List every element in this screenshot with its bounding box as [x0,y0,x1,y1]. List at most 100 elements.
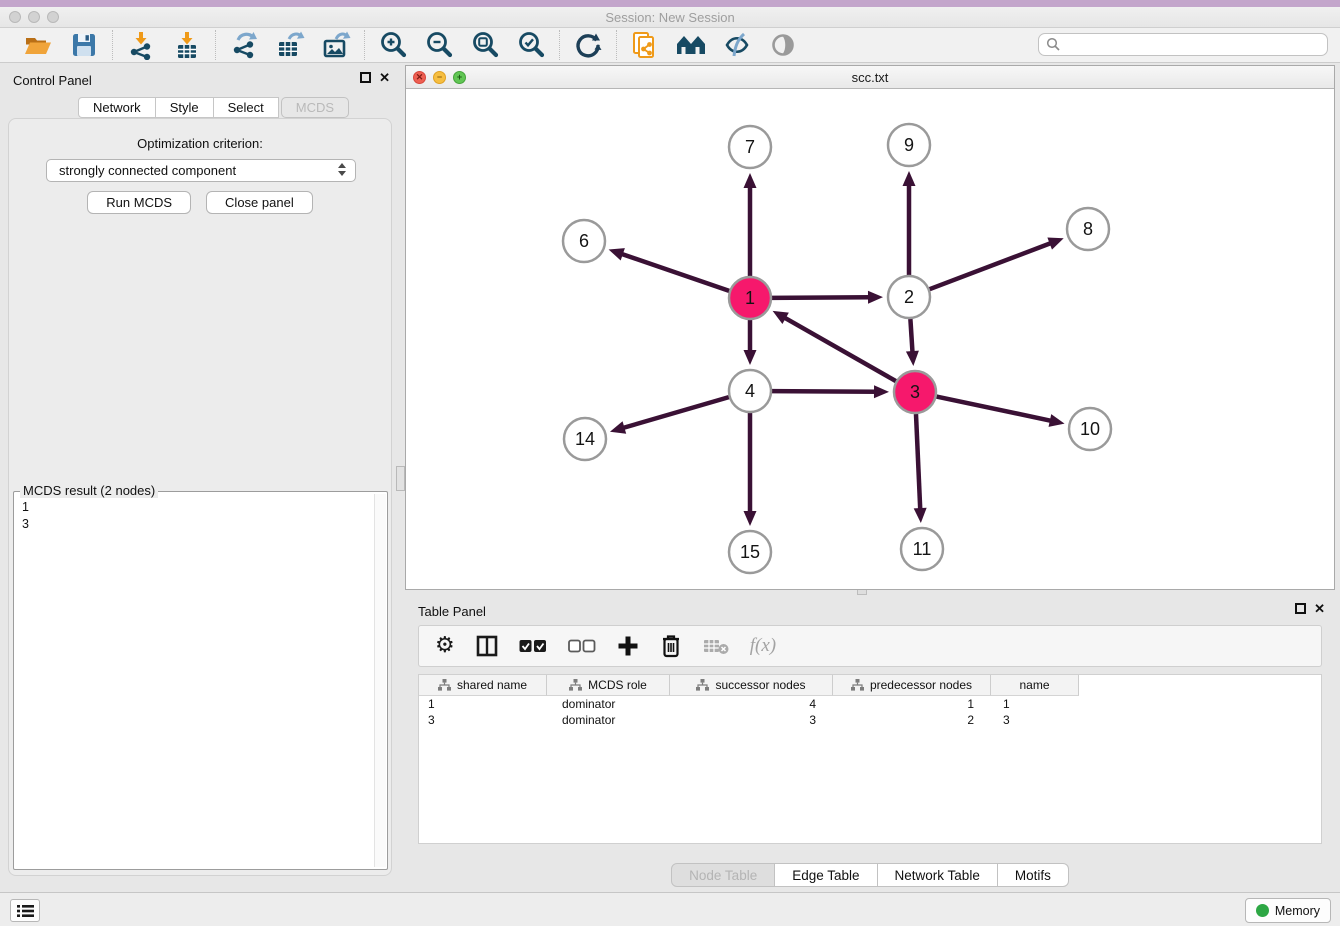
graph-edge[interactable] [910,319,912,354]
column-type-icon [851,679,864,691]
task-history-button[interactable] [10,899,40,922]
zoom-fit-button[interactable] [469,29,501,61]
tab-style[interactable]: Style [156,97,214,118]
column-header-mcds-role[interactable]: MCDS role [547,675,670,696]
new-network-from-selection-button[interactable] [629,29,661,61]
graph-edge-arrow [1047,237,1063,249]
first-neighbors-button[interactable] [675,29,707,61]
refresh-button[interactable] [572,29,604,61]
network-frame-title: scc.txt [406,70,1334,85]
mcds-panel-body: Optimization criterion: strongly connect… [8,118,392,876]
graph-edge-arrow [1049,414,1065,427]
table-row[interactable]: 3 dominator 3 2 3 [419,712,1321,728]
graph-edge[interactable] [930,242,1053,289]
criterion-select[interactable]: strongly connected component [46,159,356,182]
show-hide-graphics-details-button[interactable] [721,29,753,61]
unselect-all-columns-button[interactable] [568,639,596,653]
create-new-column-button[interactable] [617,635,639,657]
graph-edge[interactable] [916,414,920,511]
graph-edge-arrow [744,173,757,188]
mcds-result-group: MCDS result (2 nodes) 1 3 [13,491,388,870]
tab-edge-table[interactable]: Edge Table [775,863,877,887]
graph-edge-arrow [868,291,883,304]
delete-columns-button[interactable] [660,634,682,658]
zoom-in-button[interactable] [377,29,409,61]
graph-edge[interactable] [621,397,728,428]
export-network-button[interactable] [228,29,260,61]
close-panel-icon[interactable]: ✕ [1314,603,1325,614]
graph-edge[interactable] [772,297,871,298]
close-panel-button[interactable]: Close panel [206,191,313,214]
tab-select[interactable]: Select [214,97,279,118]
application-window: Session: New Session [0,0,1340,926]
optimization-criterion-label: Optimization criterion: [9,136,391,151]
graph-node-label: 2 [904,287,914,307]
graph-node-label: 7 [745,137,755,157]
graph-edge[interactable] [772,391,877,392]
table-toolbar: ⚙ [418,625,1322,667]
graph-edge-arrow [874,385,889,398]
show-column-button[interactable] [476,635,498,657]
close-panel-icon[interactable]: ✕ [379,72,390,83]
search-input[interactable] [1038,33,1328,56]
graph-edge[interactable] [620,253,729,291]
delete-table-icon [703,637,729,655]
graph-node-label: 9 [904,135,914,155]
birds-eye-view-button[interactable] [767,29,799,61]
graph-edge-arrow [914,508,927,523]
column-header-name[interactable]: name [991,675,1079,696]
export-table-button[interactable] [274,29,306,61]
delete-table-button[interactable] [703,637,729,655]
result-scrollbar[interactable] [374,494,386,867]
table-panel-title: Table Panel [418,604,486,619]
tab-mcds[interactable]: MCDS [281,97,349,118]
columns-icon [476,635,498,657]
network-frame-titlebar[interactable]: ✕ − + scc.txt [406,66,1334,89]
table-panel: Table Panel ✕ ⚙ [405,596,1335,886]
control-panel-title: Control Panel [13,73,92,88]
select-all-columns-button[interactable] [519,639,547,653]
graph-node-label: 1 [745,288,755,308]
float-panel-icon[interactable] [1295,603,1306,614]
vertical-splitter-handle[interactable] [396,466,405,491]
save-floppy-icon [71,32,97,58]
tab-network[interactable]: Network [78,97,156,118]
function-builder-button[interactable]: f(x) [750,635,776,657]
tab-motifs[interactable]: Motifs [998,863,1069,887]
float-panel-icon[interactable] [360,72,371,83]
titlebar: Session: New Session [0,7,1340,28]
table-tabs: Node Table Edge Table Network Table Moti… [405,863,1335,887]
task-list-icon [17,904,34,918]
screen-top-strip [0,0,1340,7]
column-header-successor-nodes[interactable]: successor nodes [670,675,833,696]
memory-button[interactable]: Memory [1245,898,1331,923]
mcds-result-line: 1 [22,499,373,516]
mcds-result-text[interactable]: 1 3 [15,495,373,867]
column-header-predecessor-nodes[interactable]: predecessor nodes [833,675,991,696]
network-file-icon [631,30,659,60]
import-network-button[interactable] [125,29,157,61]
zoom-selected-button[interactable] [515,29,547,61]
zoom-selected-icon [516,30,546,60]
table-row[interactable]: 1 dominator 4 1 1 [419,696,1321,712]
export-image-button[interactable] [320,29,352,61]
graph-edge[interactable] [783,317,896,381]
column-header-shared-name[interactable]: shared name [419,675,547,696]
run-mcds-button[interactable]: Run MCDS [87,191,191,214]
zoom-out-button[interactable] [423,29,455,61]
graph-node-label: 3 [910,382,920,402]
table-options-button[interactable]: ⚙ [435,635,455,657]
open-session-button[interactable] [22,29,54,61]
save-session-button[interactable] [68,29,100,61]
network-graph[interactable]: 7968124314101511 [406,89,1334,589]
graph-edge-arrow [906,351,919,366]
zoom-fit-icon [470,30,500,60]
tab-network-table[interactable]: Network Table [878,863,998,887]
import-table-button[interactable] [171,29,203,61]
import-network-icon [126,30,156,60]
import-table-icon [172,30,202,60]
graph-edge[interactable] [937,397,1053,422]
tab-node-table[interactable]: Node Table [671,863,775,887]
criterion-value: strongly connected component [59,163,236,178]
search-icon [1046,37,1061,52]
